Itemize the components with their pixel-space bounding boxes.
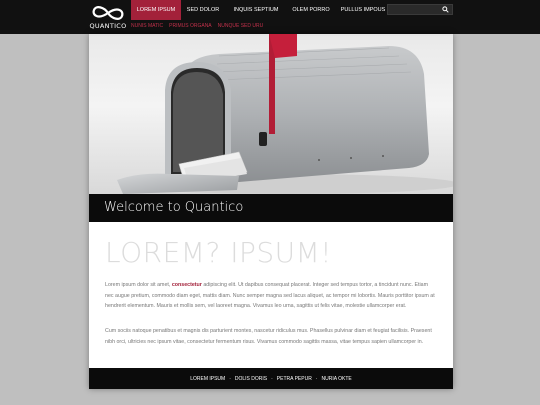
page-headline: LOREM? IPSUM!: [105, 236, 332, 269]
footer: LOREM IPSUM · DOLIS DORIS · PETRA PEPUR …: [89, 368, 453, 389]
subnav-item-nunis-matic[interactable]: NUNIS MATIC: [131, 20, 169, 32]
main-nav: LOREM IPSUM SED DOLOR INQUIS SEPTIUM OLE…: [131, 0, 391, 20]
subnav-item-primus-organa[interactable]: PRIMUS ORGANA: [169, 20, 218, 32]
sub-nav: NUNIS MATIC PRIMUS ORGANA NUNQUE SED URU: [131, 20, 269, 32]
subnav-item-nunque-sed-uru[interactable]: NUNQUE SED URU: [218, 20, 270, 32]
footer-separator: ·: [271, 375, 273, 382]
brand-name: QUANTICO: [89, 22, 127, 30]
search-input[interactable]: [387, 4, 453, 15]
logo[interactable]: QUANTICO: [88, 2, 128, 32]
mailbox-illustration: [89, 34, 453, 194]
footer-link-petra-pepur[interactable]: PETRA PEPUR: [277, 376, 312, 382]
footer-link-nuria-okte[interactable]: NURIA OKTE: [321, 376, 351, 382]
footer-link-dolis-doris[interactable]: DOLIS DORIS: [235, 376, 267, 382]
nav-item-olem-porro[interactable]: OLEM PORRO: [287, 0, 335, 20]
search-icon[interactable]: [442, 6, 449, 13]
footer-separator: ·: [229, 375, 231, 382]
nav-item-lorem-ipsum[interactable]: LOREM IPSUM: [131, 0, 181, 20]
para1-text-start: Lorem ipsum dolor sit amet,: [105, 282, 172, 288]
footer-link-lorem-ipsum[interactable]: LOREM IPSUM: [190, 376, 225, 382]
para1-highlight-link[interactable]: consectetur: [172, 282, 202, 288]
infinity-icon: [92, 6, 124, 20]
second-paragraph: Cum sociis natoque penatibus et magnis d…: [105, 328, 432, 345]
footer-separator: ·: [315, 375, 318, 382]
top-bar: QUANTICO LOREM IPSUM SED DOLOR INQUIS SE…: [0, 0, 540, 34]
nav-item-pullus-impous[interactable]: PULLUS IMPOUS: [335, 0, 391, 20]
hero-image: [89, 34, 453, 194]
nav-item-sed-dolor[interactable]: SED DOLOR: [181, 0, 225, 20]
welcome-banner: Welcome to Quantico: [89, 194, 453, 222]
intro-paragraph: Lorem ipsum dolor sit amet, consectetur …: [105, 280, 437, 312]
page-container: Welcome to Quantico LOREM? IPSUM! Lorem …: [89, 34, 453, 389]
nav-item-inquis-septium[interactable]: INQUIS SEPTIUM: [225, 0, 287, 20]
